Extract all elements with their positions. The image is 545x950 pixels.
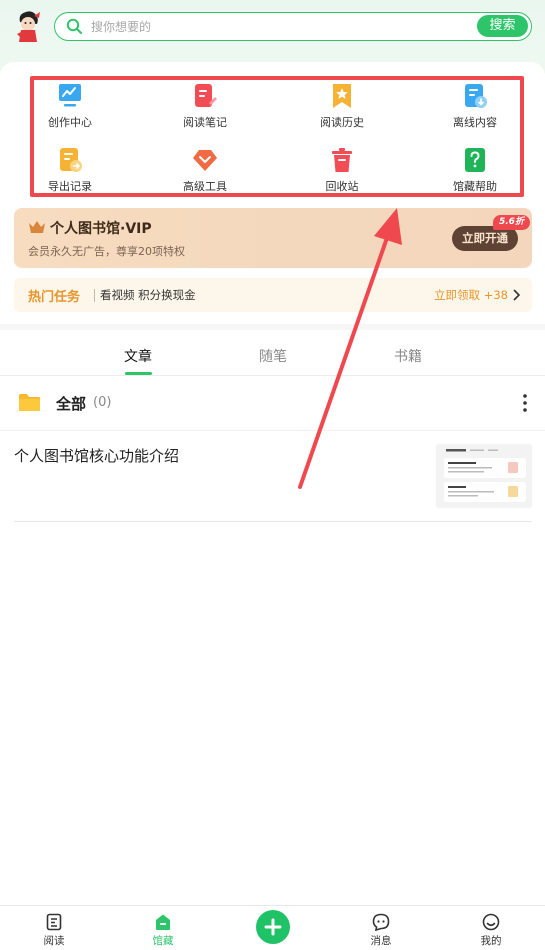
func-reading-notes[interactable]: 阅读笔记 [165, 78, 245, 134]
offline-content-icon [465, 84, 487, 108]
nav-library[interactable]: 馆藏 [133, 906, 193, 950]
chevron-right-icon [513, 289, 520, 301]
article-title: 个人图书馆核心功能介绍 [14, 447, 180, 465]
reading-notes-icon [195, 84, 217, 107]
nav-profile[interactable]: 我的 [461, 906, 521, 950]
search-box[interactable]: 搜索 [54, 12, 532, 41]
vip-title: 个人图书馆·VIP [50, 221, 152, 237]
nav-label: 我的 [480, 935, 502, 947]
crown-icon [29, 221, 45, 233]
tab-articles[interactable]: 文章 [124, 346, 152, 366]
bottom-navigation: 阅读 馆藏 消息 我的 [0, 905, 545, 950]
nav-messages[interactable]: 消息 [351, 906, 411, 950]
folder-count: (0) [93, 395, 112, 410]
message-icon [372, 913, 390, 931]
func-label: 阅读笔记 [183, 116, 227, 129]
nav-read[interactable]: 阅读 [24, 906, 84, 950]
plus-icon [264, 918, 282, 936]
library-help-icon [465, 148, 485, 172]
content-tabs: 文章 随笔 书籍 [0, 336, 545, 376]
read-icon [46, 913, 62, 931]
active-tab-indicator [125, 372, 152, 375]
func-library-help[interactable]: 馆藏帮助 [435, 142, 515, 198]
vip-banner[interactable]: 个人图书馆·VIP 会员永久无广告，尊享20项特权 立即开通 5.6折 [14, 208, 532, 268]
func-creation-center[interactable]: 创作中心 [30, 78, 110, 134]
func-label: 离线内容 [453, 116, 497, 129]
nav-label: 阅读 [43, 935, 65, 947]
article-thumbnail [436, 444, 532, 508]
func-label: 导出记录 [48, 180, 92, 193]
func-offline-content[interactable]: 离线内容 [435, 78, 515, 134]
header: 搜索 [0, 0, 545, 56]
folder-row[interactable]: 全部 (0) [0, 377, 545, 431]
creation-center-icon [59, 84, 81, 107]
func-label: 馆藏帮助 [453, 180, 497, 193]
tab-essays[interactable]: 随笔 [259, 346, 287, 366]
search-icon [66, 18, 82, 34]
tasks-title: 热门任务 [28, 290, 81, 305]
folder-icon [19, 394, 40, 411]
advanced-tools-icon [193, 150, 217, 171]
func-label: 高级工具 [183, 180, 227, 193]
add-button[interactable] [256, 910, 290, 944]
profile-icon [482, 913, 500, 931]
func-export-records[interactable]: 导出记录 [30, 142, 110, 198]
export-records-icon [60, 148, 82, 172]
divider [94, 289, 95, 302]
article-item[interactable]: 个人图书馆核心功能介绍 [14, 432, 532, 522]
search-button[interactable]: 搜索 [477, 15, 528, 37]
library-icon [156, 914, 170, 930]
function-grid: 创作中心 阅读笔记 阅读历史 离线内容 导出记录 高级工具 回收站 馆藏帮助 [30, 76, 524, 197]
discount-badge: 5.6折 [493, 215, 530, 230]
func-recycle-bin[interactable]: 回收站 [302, 142, 382, 198]
func-label: 阅读历史 [320, 116, 364, 129]
func-label: 创作中心 [48, 116, 92, 129]
func-advanced-tools[interactable]: 高级工具 [165, 142, 245, 198]
tab-books[interactable]: 书籍 [394, 346, 422, 366]
nav-label: 馆藏 [152, 935, 174, 947]
mascot-logo-icon[interactable] [12, 8, 44, 44]
func-label: 回收站 [325, 180, 359, 193]
recycle-bin-icon [332, 148, 352, 172]
func-reading-history[interactable]: 阅读历史 [302, 78, 382, 134]
folder-label: 全部 [56, 395, 87, 413]
more-vertical-icon[interactable] [518, 393, 532, 413]
hot-tasks-bar[interactable]: 热门任务 看视频 积分换现金 立即领取 +38 [14, 278, 532, 312]
reading-history-icon [333, 84, 351, 108]
search-input[interactable] [91, 17, 461, 36]
tasks-description: 看视频 积分换现金 [100, 288, 196, 302]
nav-label: 消息 [370, 935, 392, 947]
claim-link[interactable]: 立即领取 +38 [434, 287, 508, 303]
thumbnail-preview-icon [436, 444, 532, 508]
vip-subtitle: 会员永久无广告，尊享20项特权 [28, 245, 185, 258]
